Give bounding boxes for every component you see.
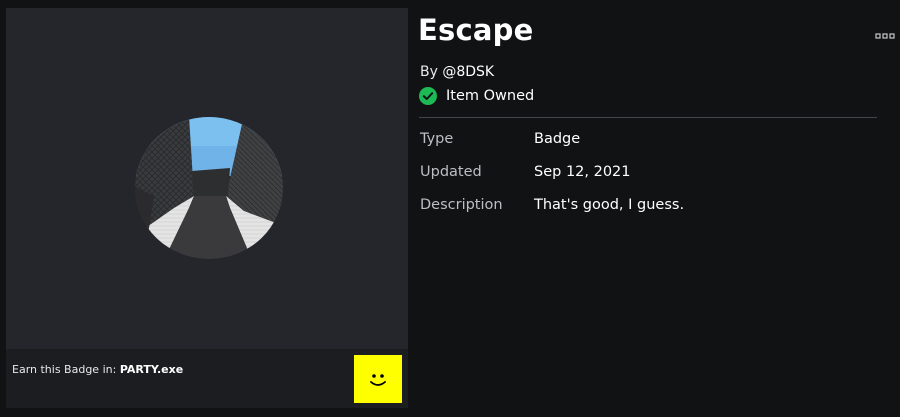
item-owned-label: Item Owned [446, 88, 535, 104]
detail-label: Type [420, 131, 454, 147]
earn-bar: Earn this Badge in: PARTY.exe [6, 349, 408, 408]
earn-text: Earn this Badge in: PARTY.exe [12, 363, 183, 376]
creator-line: By @8DSK [420, 64, 494, 80]
detail-value: Sep 12, 2021 [534, 164, 631, 180]
game-link[interactable]: PARTY.exe [120, 363, 183, 376]
more-options-button[interactable] [875, 28, 895, 40]
earn-prefix: Earn this Badge in: [12, 363, 120, 376]
smiley-face-icon [370, 374, 386, 386]
detail-value: That's good, I guess. [534, 197, 685, 213]
creator-prefix: By [420, 64, 443, 80]
badge-card: Earn this Badge in: PARTY.exe [6, 8, 408, 408]
game-thumbnail[interactable] [354, 355, 402, 403]
detail-label: Description [420, 197, 503, 213]
badge-title: Escape [418, 13, 534, 47]
detail-label: Updated [420, 164, 482, 180]
badge-image [135, 117, 283, 259]
details-divider [419, 117, 877, 118]
checkmark-circle-icon [419, 87, 437, 105]
badge-image-area [6, 8, 408, 349]
creator-link[interactable]: @8DSK [442, 64, 494, 80]
item-owned-status: Item Owned [419, 86, 534, 106]
badge-page: Earn this Badge in: PARTY.exe Escape By … [0, 0, 900, 417]
detail-value: Badge [534, 131, 581, 147]
more-options-icon [875, 33, 895, 39]
